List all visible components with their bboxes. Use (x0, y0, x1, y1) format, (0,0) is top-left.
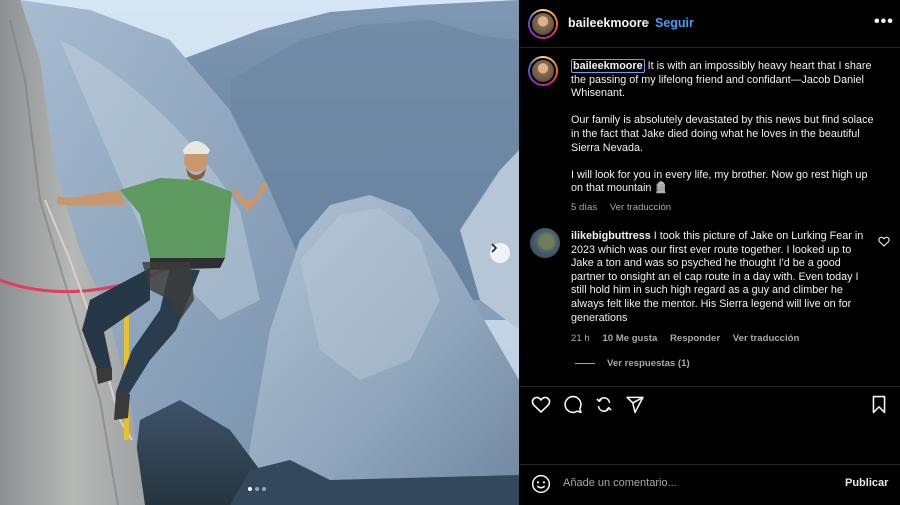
repost-button[interactable] (594, 395, 614, 414)
composer-divider (519, 464, 900, 465)
author-username[interactable]: baileekmoore (568, 16, 649, 30)
carousel-indicator (248, 487, 266, 491)
chevron-right-icon (491, 243, 498, 253)
carousel-dot (262, 487, 266, 491)
caption-translate-link[interactable]: Ver traducción (610, 202, 671, 213)
send-icon (626, 396, 644, 414)
caption-text-3: I will look for you in every life, my br… (571, 168, 868, 195)
share-icon (596, 397, 612, 412)
post-photo (0, 0, 519, 505)
caption-text-2: Our family is absolutely devastated by t… (571, 114, 874, 154)
comment-time: 21 h (571, 333, 590, 344)
view-replies-button[interactable]: Ver respuestas (1) (575, 358, 690, 369)
caption-time: 5 días (571, 202, 598, 213)
follow-button[interactable]: Seguir (655, 16, 694, 30)
comment-button[interactable] (563, 395, 583, 414)
carousel-next-button[interactable] (490, 243, 510, 263)
send-button[interactable] (625, 395, 645, 414)
replies-line (575, 363, 595, 364)
caption-meta: 5 días Ver traducción (571, 202, 681, 213)
comment-input[interactable]: Añade un comentario... (563, 477, 677, 489)
comment-like-heart-icon[interactable] (878, 236, 890, 247)
view-replies-label: Ver respuestas (1) (607, 358, 690, 369)
comment-username[interactable]: ilikebigbuttress (571, 230, 651, 242)
carousel-dot (255, 487, 259, 491)
author-avatar[interactable] (528, 9, 558, 39)
caption-avatar[interactable] (528, 56, 558, 86)
comment-translate-link[interactable]: Ver traducción (733, 333, 800, 344)
climbing-photo-illustration (0, 0, 519, 505)
bookmark-icon (872, 395, 886, 414)
more-options-icon[interactable]: ••• (874, 13, 894, 31)
comment-icon (564, 395, 582, 414)
emoji-icon[interactable] (531, 474, 551, 494)
like-button[interactable] (531, 395, 551, 414)
save-button[interactable] (870, 395, 888, 414)
publish-button[interactable]: Publicar (845, 477, 888, 489)
comment-likes-count[interactable]: 10 Me gusta (602, 333, 657, 344)
post-caption: baileekmoore It is with an impossibly he… (571, 59, 877, 196)
caption-username[interactable]: baileekmoore (571, 59, 645, 73)
heart-icon (531, 396, 551, 414)
comment-text: I took this picture of Jake on Lurking F… (571, 230, 864, 324)
actions-divider (519, 386, 900, 387)
comment-item: ilikebigbuttress I took this picture of … (571, 230, 871, 325)
header-divider (519, 47, 900, 48)
comment-reply-button[interactable]: Responder (670, 333, 720, 344)
comment-meta: 21 h 10 Me gusta Responder Ver traducció… (571, 333, 809, 344)
header-separator: • (645, 16, 650, 30)
carousel-dot (248, 487, 252, 491)
commenter-avatar[interactable] (530, 228, 560, 258)
